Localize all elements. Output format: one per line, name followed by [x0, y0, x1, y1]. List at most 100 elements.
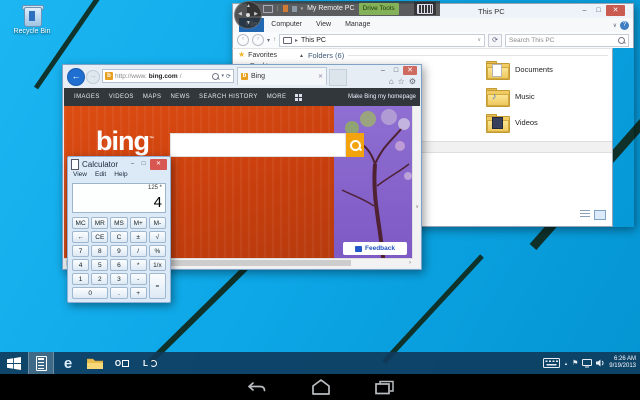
scroll-down-icon[interactable]: ∨	[415, 204, 419, 210]
close-tab-icon[interactable]: ✕	[318, 73, 323, 80]
back-icon[interactable]: ←	[67, 68, 85, 86]
nav-videos[interactable]: VIDEOS	[109, 94, 134, 100]
key-9[interactable]: 9	[110, 245, 127, 257]
vertical-scrollbar[interactable]: ∨	[412, 106, 420, 268]
key-2[interactable]: 2	[91, 273, 108, 285]
key-4[interactable]: 4	[72, 259, 89, 271]
key-mr[interactable]: MR	[91, 217, 108, 229]
key-8[interactable]: 8	[91, 245, 108, 257]
scroll-right-icon[interactable]: ›	[409, 260, 411, 266]
start-button[interactable]	[0, 352, 28, 374]
drive-tools-tab[interactable]: Drive Tools	[359, 3, 399, 15]
menu-help[interactable]: Help	[114, 171, 127, 181]
key-7[interactable]: 7	[72, 245, 89, 257]
tab-view[interactable]: View	[309, 18, 338, 32]
nav-maps[interactable]: MAPS	[143, 94, 162, 100]
nav-news[interactable]: NEWS	[170, 94, 190, 100]
key-plus[interactable]: +	[130, 287, 147, 299]
back-icon[interactable]: ‹	[237, 34, 249, 46]
maximize-button[interactable]: □	[390, 66, 402, 75]
make-homepage-link[interactable]: Make Bing my homepage	[348, 94, 416, 100]
ribbon-collapse-icon[interactable]: ∨	[613, 22, 617, 29]
key-ms[interactable]: MS	[110, 217, 127, 229]
key-mc[interactable]: MC	[72, 217, 89, 229]
key-6[interactable]: 6	[110, 259, 127, 271]
recycle-bin[interactable]: Recycle Bin	[8, 3, 56, 35]
close-button[interactable]: ✕	[150, 159, 167, 170]
key-negate[interactable]: ±	[130, 231, 147, 243]
nav-images[interactable]: IMAGES	[74, 94, 100, 100]
apps-grid-icon[interactable]	[295, 94, 302, 101]
key-1[interactable]: 1	[72, 273, 89, 285]
favorites-star-icon[interactable]: ☆	[398, 77, 405, 86]
taskbar-clock[interactable]: 6:26 AM 9/19/2013	[609, 356, 636, 370]
browser-tab-bing[interactable]: b Bing ✕	[237, 67, 327, 85]
feedback-button[interactable]: Feedback	[343, 242, 407, 255]
chevron-down-icon[interactable]: ▾	[301, 6, 304, 12]
new-tab-button[interactable]	[329, 69, 347, 86]
taskbar-outlook-button[interactable]: O	[108, 352, 136, 374]
key-reciprocal[interactable]: 1/x	[149, 259, 166, 271]
settings-gear-icon[interactable]: ⚙	[409, 77, 416, 86]
up-icon[interactable]: ↑	[273, 37, 276, 43]
recent-locations-icon[interactable]: ▾	[267, 37, 270, 44]
taskbar-calculator-button[interactable]	[28, 352, 54, 374]
key-minus[interactable]: -	[130, 273, 147, 285]
menu-edit[interactable]: Edit	[95, 171, 106, 181]
minimize-button[interactable]: –	[578, 5, 591, 16]
key-mminus[interactable]: M-	[149, 217, 166, 229]
tab-manage[interactable]: Manage	[338, 18, 377, 32]
keyboard-toggle-button[interactable]	[414, 2, 436, 15]
key-c[interactable]: C	[110, 231, 127, 243]
key-3[interactable]: 3	[110, 273, 127, 285]
folder-item-videos[interactable]: Videos	[486, 114, 538, 131]
maximize-button[interactable]: □	[139, 161, 148, 167]
key-0[interactable]: 0	[72, 287, 108, 299]
android-recents-icon[interactable]	[375, 380, 394, 395]
close-button[interactable]: ✕	[606, 5, 625, 16]
key-ce[interactable]: CE	[91, 231, 108, 243]
forward-icon[interactable]: →	[86, 70, 100, 84]
taskbar-explorer-button[interactable]	[82, 352, 108, 374]
android-home-icon[interactable]	[311, 379, 331, 395]
remote-pan-control[interactable]: ▲ ▼ ◀ ▶	[234, 1, 262, 29]
key-sqrt[interactable]: √	[149, 231, 166, 243]
android-back-icon[interactable]	[247, 380, 267, 395]
thumbnail-view-icon[interactable]	[594, 210, 606, 220]
folder-item-documents[interactable]: Documents	[486, 61, 553, 78]
breadcrumb[interactable]: ▸ This PC ∨	[279, 34, 485, 47]
minimize-button[interactable]: –	[128, 161, 137, 167]
key-decimal[interactable]: .	[110, 287, 127, 299]
taskbar-lync-button[interactable]: L	[136, 352, 164, 374]
key-equals[interactable]: =	[149, 273, 166, 299]
taskbar-ie-button[interactable]: e	[54, 352, 82, 374]
quick-access-icon[interactable]	[283, 5, 288, 12]
tab-computer[interactable]: Computer	[264, 18, 309, 32]
key-5[interactable]: 5	[91, 259, 108, 271]
key-multiply[interactable]: *	[130, 259, 147, 271]
maximize-button[interactable]: □	[592, 5, 605, 16]
sidebar-item-favorites[interactable]: ★ Favorites	[238, 51, 277, 59]
nav-search-history[interactable]: SEARCH HISTORY	[199, 94, 258, 100]
address-bar[interactable]: b http://www.bing.com/ ▾ ⟳	[102, 69, 234, 83]
show-hidden-icons[interactable]: ▲	[564, 361, 568, 366]
key-divide[interactable]: /	[130, 245, 147, 257]
refresh-icon[interactable]: ⟳	[488, 34, 502, 47]
folder-item-music[interactable]: ♪ Music	[486, 88, 535, 105]
search-icon[interactable]	[212, 73, 219, 80]
properties-icon[interactable]	[292, 6, 297, 12]
home-icon[interactable]: ⌂	[389, 77, 394, 86]
dropdown-icon[interactable]: ▾	[221, 73, 224, 79]
forward-icon[interactable]: ›	[252, 34, 264, 46]
help-icon[interactable]: ?	[620, 21, 629, 30]
explorer-search-input[interactable]: Search This PC	[505, 34, 629, 47]
nav-more[interactable]: MORE	[267, 94, 287, 100]
close-button[interactable]: ✕	[403, 66, 417, 75]
bing-search-input[interactable]	[170, 133, 346, 157]
key-percent[interactable]: %	[149, 245, 166, 257]
menu-view[interactable]: View	[73, 171, 87, 181]
network-icon[interactable]	[582, 359, 592, 368]
address-dropdown-icon[interactable]: ∨	[477, 37, 481, 43]
refresh-icon[interactable]: ⟳	[226, 73, 231, 80]
key-mplus[interactable]: M+	[130, 217, 147, 229]
